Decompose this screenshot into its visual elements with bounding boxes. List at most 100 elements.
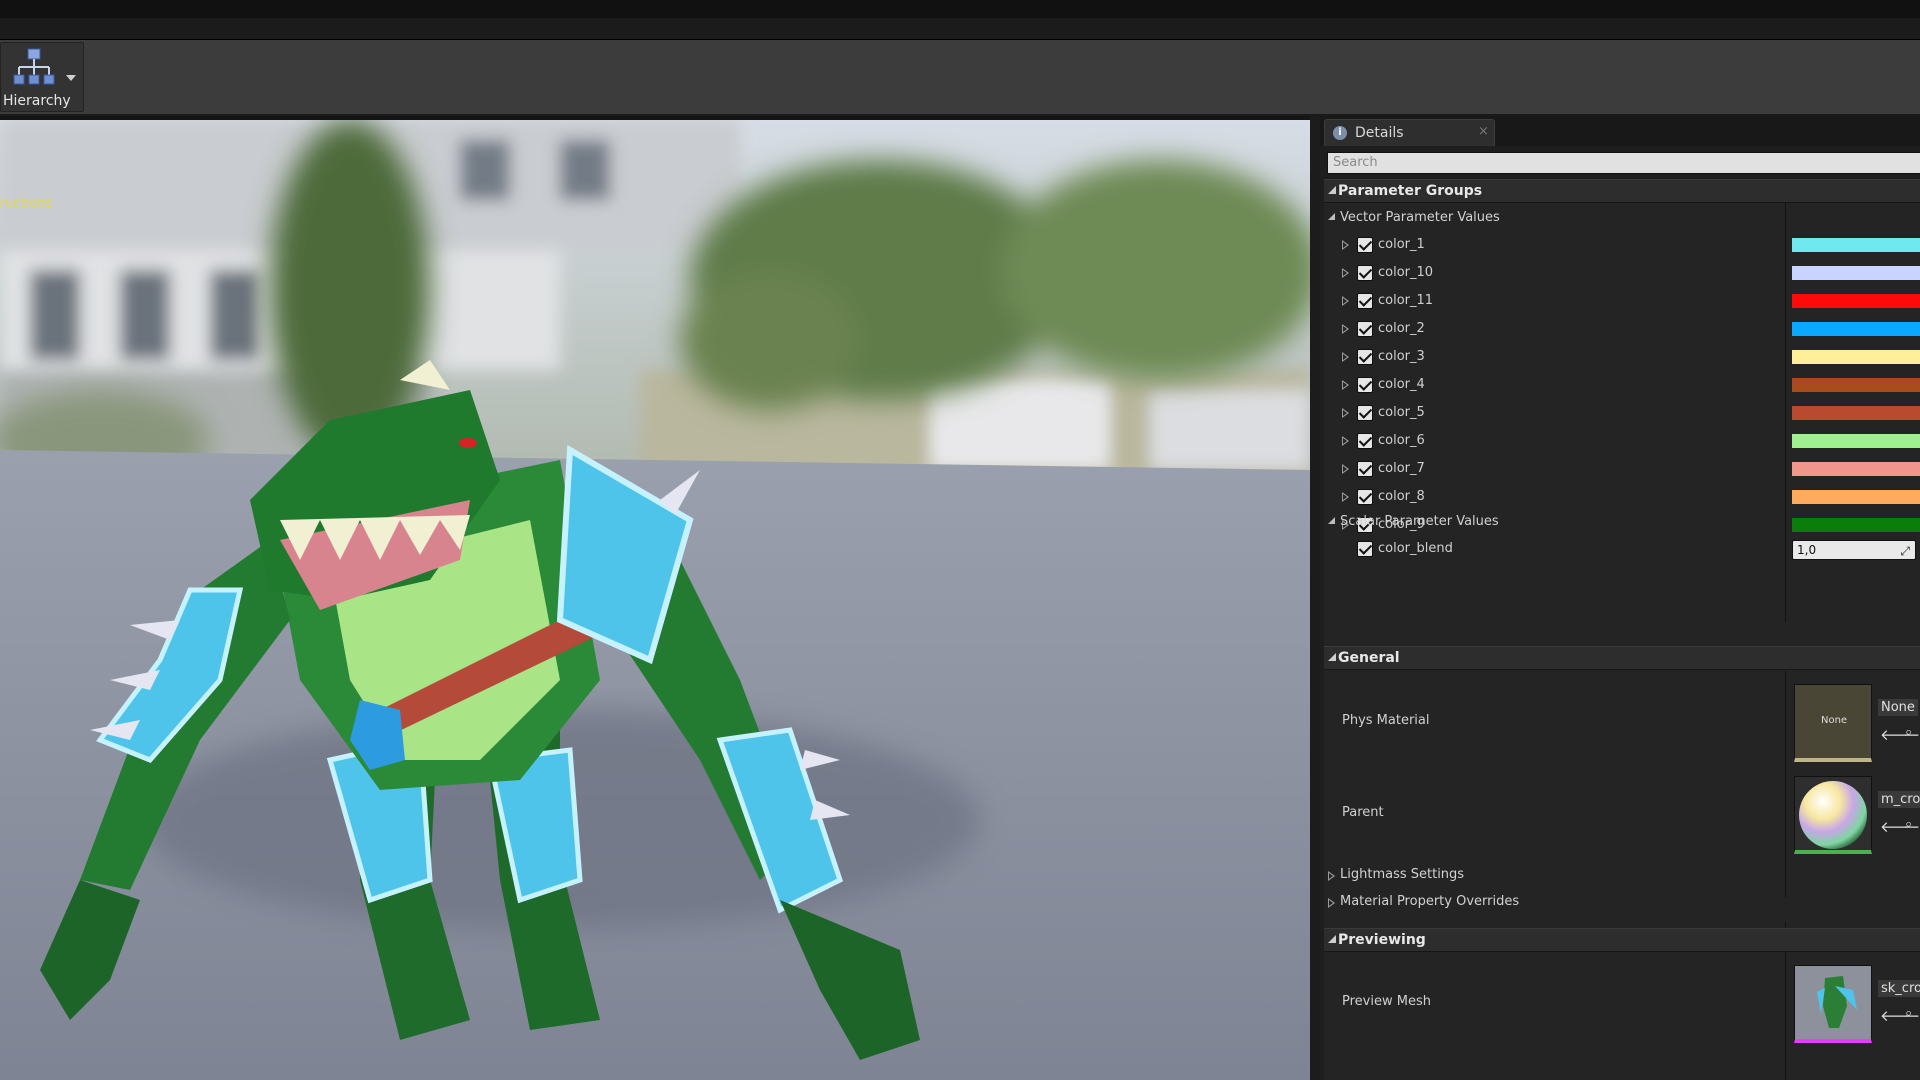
details-panel: i Details × Search Parameter Groups Vect… [1320,116,1920,1080]
param-enable-checkbox[interactable] [1357,405,1373,421]
param-enable-checkbox[interactable] [1357,433,1373,449]
preview-mesh-label: Preview Mesh [1342,994,1431,1009]
color-swatch[interactable] [1792,462,1920,476]
browse-search-icon[interactable]: ⌕ [1905,817,1912,832]
browse-search-icon[interactable]: ⌕ [1905,1006,1912,1021]
preview-mesh-thumbnail[interactable] [1794,965,1872,1043]
use-selected-arrow-icon[interactable]: 🡐 [1880,1006,1920,1025]
use-selected-arrow-icon[interactable]: 🡐 [1880,725,1920,744]
group-title: Vector Parameter Values [1340,210,1500,225]
panel-splitter[interactable] [1310,116,1320,1080]
param-name: color_7 [1378,461,1425,476]
close-icon[interactable]: × [1478,124,1489,139]
color-swatch[interactable] [1792,350,1920,364]
expand-arrow-icon[interactable] [1342,296,1349,306]
scalar-value-input[interactable]: 1,0 ⤢ [1792,540,1916,560]
lightmass-settings-row[interactable]: Lightmass Settings [1324,862,1920,890]
category-title: Previewing [1338,932,1426,948]
color-swatch[interactable] [1792,266,1920,280]
expand-arrow-icon[interactable] [1342,324,1349,334]
collapse-arrow-icon [1328,213,1335,220]
material-property-overrides-row[interactable]: Material Property Overrides [1324,889,1920,917]
param-enable-checkbox[interactable] [1357,489,1373,505]
viewport-scene [0,120,1310,1080]
hierarchy-button[interactable]: Hierarchy [0,42,84,112]
tab-details[interactable]: i Details × [1324,119,1495,146]
browse-search-icon[interactable]: ⌕ [1905,725,1912,740]
param-enable-checkbox[interactable] [1357,377,1373,393]
param-enable-checkbox[interactable] [1357,349,1373,365]
scalar-param-row: color_blend 1,0 ⤢ [1324,535,1920,563]
preview-mesh-value[interactable]: sk_croc [1878,980,1920,997]
color-swatch[interactable] [1792,378,1920,392]
expand-arrow-icon[interactable] [1342,464,1349,474]
phys-material-label: Phys Material [1342,713,1430,728]
param-enable-checkbox[interactable] [1357,461,1373,477]
search-placeholder: Search [1333,155,1378,170]
param-name: color_4 [1378,377,1425,392]
vector-param-row: color_1 [1324,231,1920,259]
category-parameter-groups[interactable]: Parameter Groups [1324,179,1920,203]
category-general[interactable]: General [1324,646,1920,670]
parent-label: Parent [1342,805,1384,820]
collapse-arrow-icon [1328,186,1336,194]
group-vector-parameter-values[interactable]: Vector Parameter Values [1324,205,1920,233]
group-scalar-parameter-values[interactable]: Scalar Parameter Values [1324,509,1920,537]
expand-arrow-icon[interactable] [1342,380,1349,390]
dropdown-arrow-icon[interactable] [66,75,76,81]
expand-arrow-icon[interactable] [1342,436,1349,446]
material-property-overrides-label: Material Property Overrides [1340,894,1520,909]
material-sphere-icon [1799,781,1867,849]
parent-thumbnail[interactable] [1794,776,1872,854]
preview-viewport[interactable]: ructions [0,120,1310,1080]
collapse-arrow-icon [1328,517,1335,524]
color-swatch[interactable] [1792,406,1920,420]
color-swatch[interactable] [1792,294,1920,308]
details-content: Parameter Groups Vector Parameter Values… [1324,179,1920,1080]
param-enable-checkbox[interactable] [1357,293,1373,309]
phys-material-thumbnail[interactable]: None [1794,684,1872,762]
phys-material-value[interactable]: None [1878,699,1918,716]
collapse-arrow-icon [1328,935,1336,943]
vector-param-row: color_5 [1324,399,1920,427]
vector-param-row: color_8 [1324,483,1920,511]
use-selected-arrow-icon[interactable]: 🡐 [1880,817,1920,836]
category-title: General [1338,650,1400,666]
color-swatch[interactable] [1792,238,1920,252]
expand-arrow-icon[interactable] [1342,408,1349,418]
param-name: color_1 [1378,237,1425,252]
title-bar [0,0,1920,18]
color-swatch[interactable] [1792,434,1920,448]
expand-arrow-icon[interactable] [1342,268,1349,278]
vector-param-row: color_7 [1324,455,1920,483]
viewport-hint-text: ructions [0,196,53,211]
color-swatch[interactable] [1792,322,1920,336]
expand-arrow-icon [1328,898,1335,908]
menu-bar [0,18,1920,40]
param-enable-checkbox[interactable] [1357,265,1373,281]
material-instance-editor: Hierarchy ructions i Details × Search Pa… [0,0,1920,1080]
color-swatch[interactable] [1792,490,1920,504]
param-enable-checkbox[interactable] [1357,541,1373,557]
reset-icon[interactable]: ⤢ [1900,544,1910,559]
param-enable-checkbox[interactable] [1357,321,1373,337]
vector-param-row: color_4 [1324,371,1920,399]
param-name: color_3 [1378,349,1425,364]
thumbnail-text: None [1821,715,1848,726]
param-name: color_5 [1378,405,1425,420]
lightmass-settings-label: Lightmass Settings [1340,867,1465,882]
info-icon: i [1333,126,1347,140]
category-title: Parameter Groups [1338,183,1483,199]
search-input[interactable]: Search [1327,152,1920,174]
vector-param-row: color_11 [1324,287,1920,315]
expand-arrow-icon[interactable] [1342,240,1349,250]
tab-details-label: Details [1355,125,1404,141]
category-previewing[interactable]: Previewing [1324,928,1920,952]
expand-arrow-icon[interactable] [1342,492,1349,502]
param-name: color_11 [1378,293,1434,308]
expand-arrow-icon[interactable] [1342,352,1349,362]
parent-value[interactable]: m_croc [1878,791,1920,808]
vector-param-row: color_3 [1324,343,1920,371]
collapse-arrow-icon [1328,653,1336,661]
param-enable-checkbox[interactable] [1357,237,1373,253]
